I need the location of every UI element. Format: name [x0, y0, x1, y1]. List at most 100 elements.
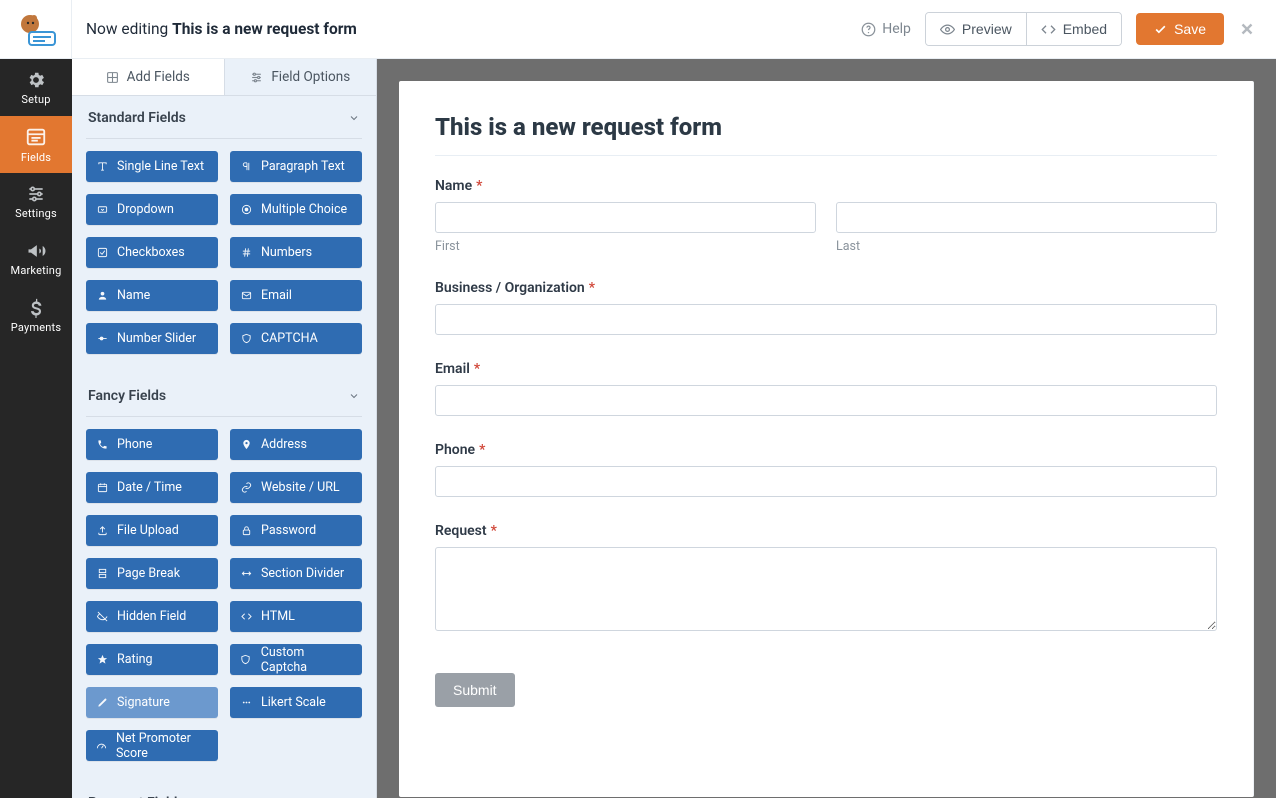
canvas-area: This is a new request form Name* First L…	[377, 59, 1276, 798]
field-chip[interactable]: Email	[230, 280, 362, 311]
field-chip[interactable]: Paragraph Text	[230, 151, 362, 182]
section-divider	[86, 138, 362, 139]
text-input[interactable]	[435, 304, 1217, 335]
close-button[interactable]	[1238, 20, 1256, 38]
field-chip[interactable]: Section Divider	[230, 558, 362, 589]
rail-item-fields[interactable]: Fields	[0, 116, 72, 173]
editing-prefix: Now editing	[86, 20, 168, 38]
field-chip[interactable]: Address	[230, 429, 362, 460]
section-head[interactable]: Standard Fields	[86, 96, 362, 138]
text-line-icon	[96, 161, 108, 173]
field-chip[interactable]: Phone	[86, 429, 218, 460]
embed-button[interactable]: Embed	[1026, 13, 1121, 45]
slider-icon	[96, 333, 108, 345]
divider-icon	[240, 568, 252, 580]
rail-item-payments[interactable]: Payments	[0, 287, 72, 344]
field-chip[interactable]: Name	[86, 280, 218, 311]
field-chip[interactable]: Signature	[86, 687, 218, 718]
app-logo	[0, 0, 72, 59]
first-name-input[interactable]	[435, 202, 816, 233]
field-chip[interactable]: Net Promoter Score	[86, 730, 218, 761]
form-field[interactable]: Email*	[435, 361, 1217, 416]
preview-button[interactable]: Preview	[926, 13, 1026, 45]
form-canvas[interactable]: This is a new request form Name* First L…	[399, 81, 1254, 797]
field-chip[interactable]: Dropdown	[86, 194, 218, 225]
help-icon	[861, 22, 876, 37]
field-chip[interactable]: Date / Time	[86, 472, 218, 503]
field-chip[interactable]: Rating	[86, 644, 218, 675]
field-chip[interactable]: Checkboxes	[86, 237, 218, 268]
submit-button[interactable]: Submit	[435, 673, 515, 707]
form-title-divider	[435, 155, 1217, 156]
field-chip-label: CAPTCHA	[261, 331, 318, 346]
field-chip[interactable]: Page Break	[86, 558, 218, 589]
field-chip[interactable]: Single Line Text	[86, 151, 218, 182]
marketing-icon	[26, 241, 46, 261]
tab-add-fields[interactable]: Add Fields	[72, 59, 225, 95]
field-chip[interactable]: Website / URL	[230, 472, 362, 503]
rail-item-settings[interactable]: Settings	[0, 173, 72, 230]
field-chip-label: File Upload	[117, 523, 179, 538]
field-chip[interactable]: Password	[230, 515, 362, 546]
user-icon	[96, 290, 108, 302]
rail-label: Payments	[11, 321, 61, 334]
field-chip-label: Multiple Choice	[261, 202, 347, 217]
pagebreak-icon	[96, 568, 108, 580]
setup-icon	[26, 70, 46, 90]
preview-embed-segment: Preview Embed	[925, 12, 1122, 46]
field-chip-label: Net Promoter Score	[116, 731, 208, 761]
section-head[interactable]: Fancy Fields	[86, 374, 362, 416]
field-label: Phone*	[435, 442, 1217, 458]
field-chip-label: Email	[261, 288, 292, 303]
sidebar-scroll[interactable]: Standard Fields Single Line Text Paragrap…	[72, 96, 376, 798]
dots-icon	[240, 697, 252, 709]
text-input[interactable]	[435, 466, 1217, 497]
rail-item-setup[interactable]: Setup	[0, 59, 72, 116]
chevron-down-icon	[348, 112, 360, 124]
field-chip[interactable]: CAPTCHA	[230, 323, 362, 354]
required-marker: *	[589, 280, 595, 296]
section-head[interactable]: Payment Fields	[86, 781, 362, 798]
text-input[interactable]	[435, 385, 1217, 416]
field-label: Name*	[435, 178, 1217, 194]
close-icon	[1238, 20, 1256, 38]
sidebar-tabs: Add Fields Field Options	[72, 59, 376, 96]
field-chip[interactable]: Number Slider	[86, 323, 218, 354]
field-label: Email*	[435, 361, 1217, 377]
field-chip[interactable]: Custom Captcha	[230, 644, 362, 675]
field-chip-label: Address	[261, 437, 307, 452]
fields-icon	[25, 126, 47, 148]
field-chip-label: Custom Captcha	[261, 645, 352, 675]
link-icon	[240, 482, 252, 494]
save-button[interactable]: Save	[1136, 13, 1224, 45]
editing-header: Now editing This is a new request form	[86, 20, 357, 38]
rail-item-marketing[interactable]: Marketing	[0, 230, 72, 287]
form-field[interactable]: Name* First Last	[435, 178, 1217, 254]
radio-icon	[240, 204, 252, 216]
field-chip-label: Page Break	[117, 566, 180, 581]
textarea-input[interactable]	[435, 547, 1217, 631]
field-chip[interactable]: Likert Scale	[230, 687, 362, 718]
check-icon	[96, 247, 108, 259]
form-title[interactable]: This is a new request form	[435, 107, 1217, 155]
mail-icon	[240, 290, 252, 302]
shield-icon	[240, 654, 252, 666]
field-chip[interactable]: File Upload	[86, 515, 218, 546]
field-chip[interactable]: Multiple Choice	[230, 194, 362, 225]
last-name-input[interactable]	[836, 202, 1217, 233]
form-field[interactable]: Request*	[435, 523, 1217, 635]
help-link[interactable]: Help	[861, 21, 911, 37]
tab-field-options[interactable]: Field Options	[225, 59, 377, 95]
required-marker: *	[476, 178, 482, 194]
grid-icon	[106, 71, 119, 84]
topbar-right: Help Preview Embed Save	[861, 12, 1256, 46]
field-chip[interactable]: Numbers	[230, 237, 362, 268]
field-chip-label: HTML	[261, 609, 295, 624]
section-title: Standard Fields	[88, 110, 186, 126]
form-field[interactable]: Business / Organization*	[435, 280, 1217, 335]
field-chip[interactable]: HTML	[230, 601, 362, 632]
form-field[interactable]: Phone*	[435, 442, 1217, 497]
field-chip[interactable]: Hidden Field	[86, 601, 218, 632]
shield-icon	[240, 333, 252, 345]
field-chip-label: Signature	[117, 695, 170, 710]
